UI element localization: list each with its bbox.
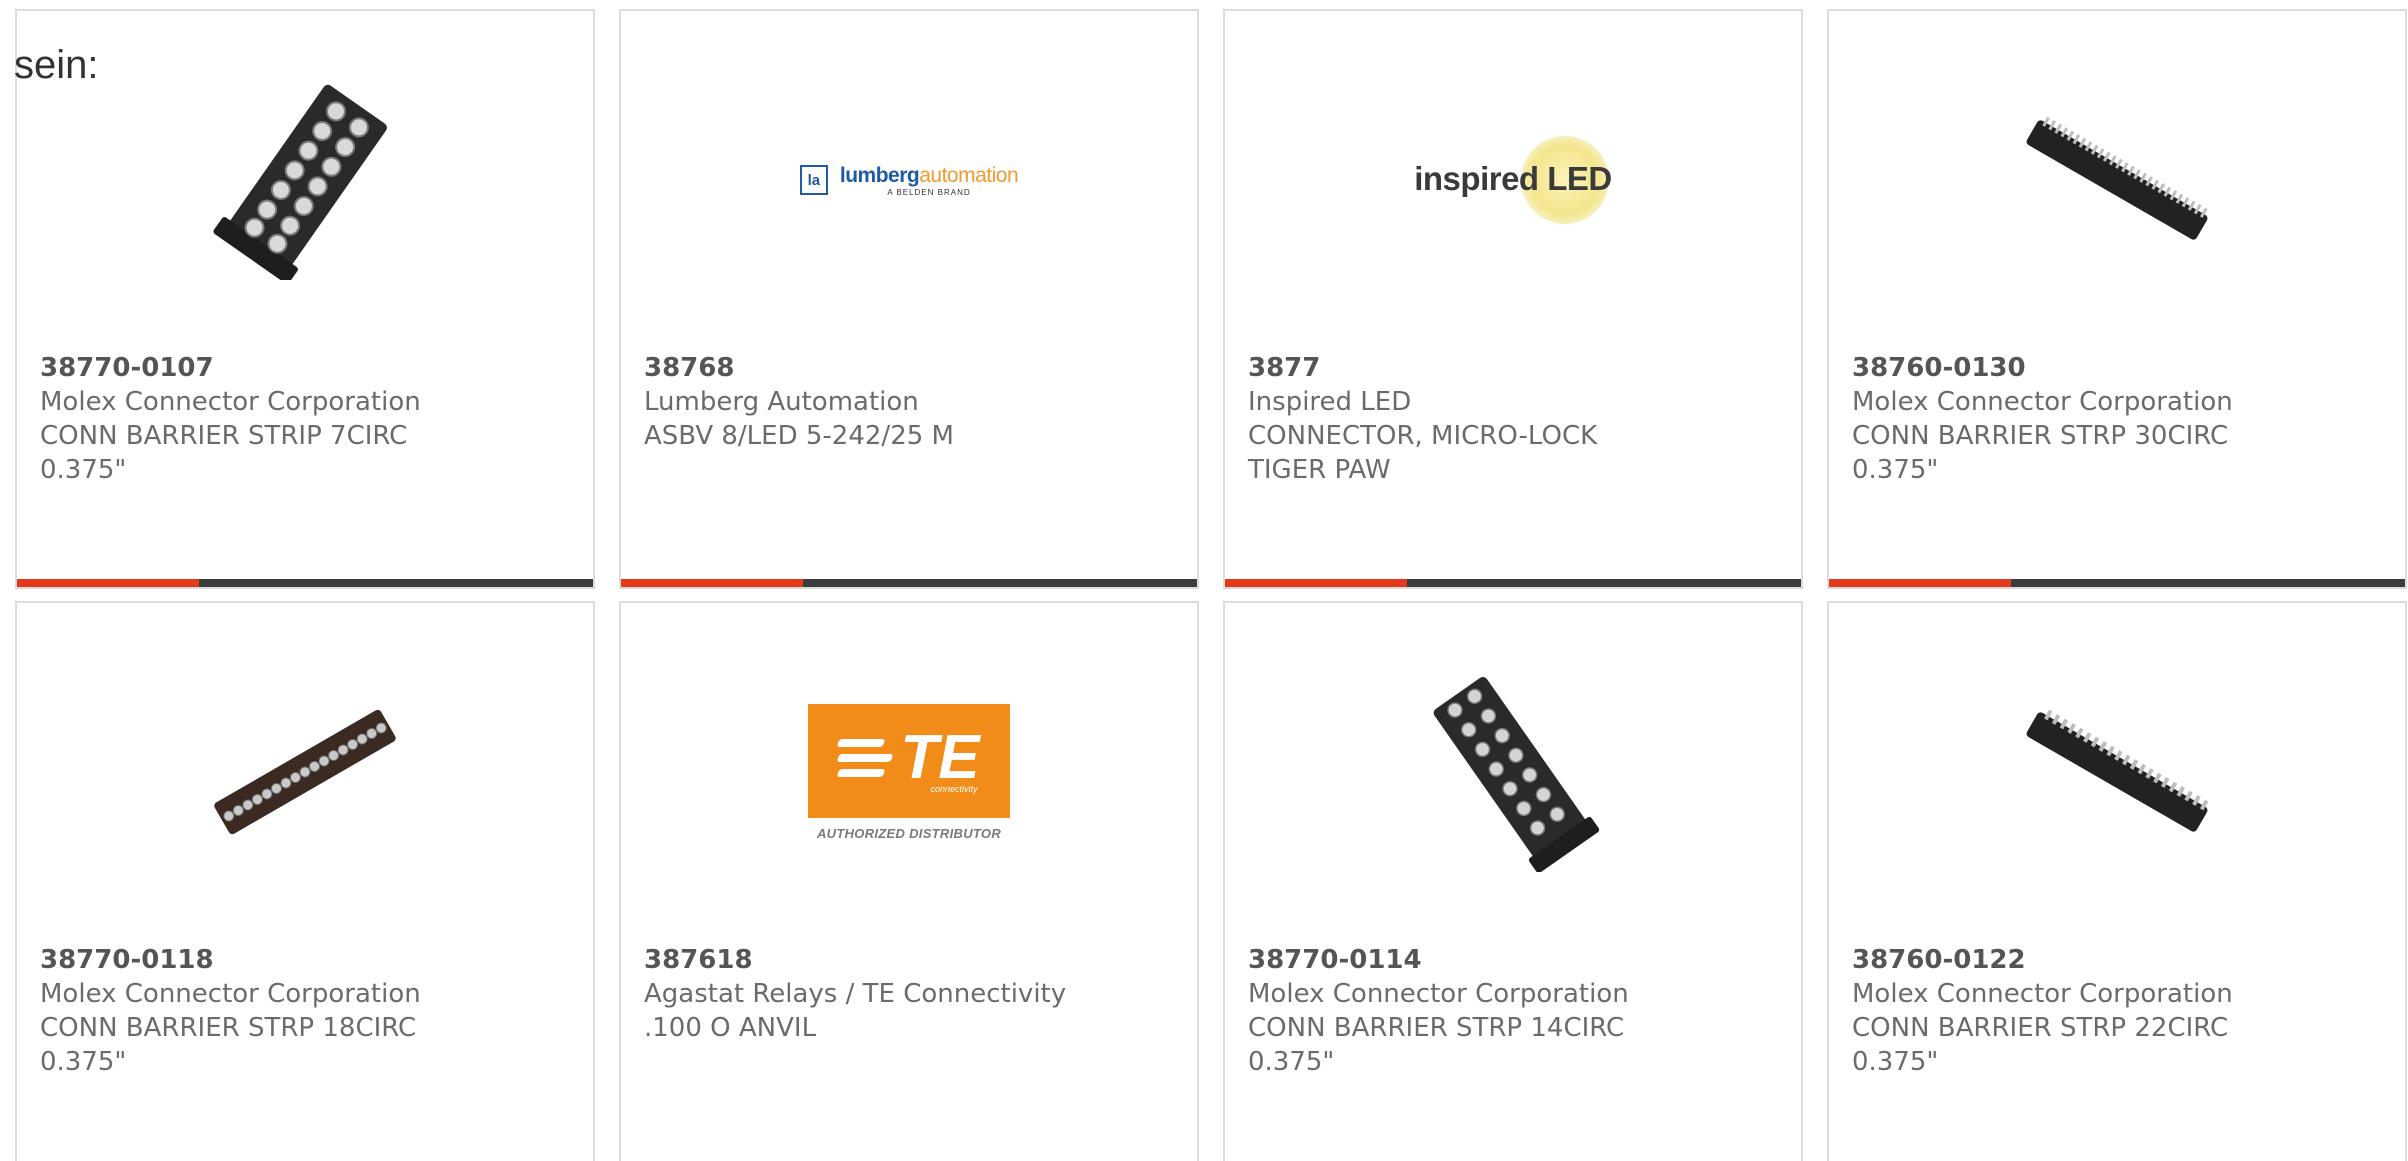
part-number[interactable]: 38760-0122 xyxy=(1852,943,2385,977)
product-card[interactable]: TE connectivity AUTHORIZED DISTRIBUTOR 3… xyxy=(619,601,1199,1161)
description-line: CONN BARRIER STRP 18CIRC xyxy=(40,1013,417,1043)
manufacturer: Agastat Relays / TE Connectivity xyxy=(644,979,1067,1009)
manufacturer: Inspired LED xyxy=(1248,387,1412,417)
card-accent-bar xyxy=(1225,579,1801,587)
card-accent-bar xyxy=(621,579,1197,587)
description-line: ASBV 8/LED 5-242/25 M xyxy=(644,421,954,451)
description-line: 0.375" xyxy=(40,1047,127,1077)
product-info: 38768 Lumberg Automation ASBV 8/LED 5-24… xyxy=(644,351,1177,453)
description-line: CONN BARRIER STRIP 7CIRC xyxy=(40,421,408,451)
card-accent-bar xyxy=(1829,579,2405,587)
description-line: CONN BARRIER STRP 30CIRC xyxy=(1852,421,2229,451)
product-image[interactable]: TE connectivity AUTHORIZED DISTRIBUTOR xyxy=(799,672,1019,872)
lumberg-automation-logo: la lumbergautomation A BELDEN BRAND xyxy=(799,163,1019,197)
manufacturer: Molex Connector Corporation xyxy=(40,979,421,1009)
description-line: CONNECTOR, MICRO-LOCK xyxy=(1248,421,1598,451)
barrier-strip-22-image xyxy=(2026,709,2209,832)
part-number[interactable]: 387618 xyxy=(644,943,1177,977)
te-letters: TE xyxy=(900,722,980,792)
product-card[interactable]: 38760-0122 Molex Connector Corporation C… xyxy=(1827,601,2407,1161)
product-image[interactable] xyxy=(205,80,405,280)
te-mark: TE xyxy=(836,722,980,792)
description-line: 0.375" xyxy=(1852,1047,1939,1077)
te-sub: connectivity xyxy=(930,783,978,794)
product-info: 3877 Inspired LED CONNECTOR, MICRO-LOCK … xyxy=(1248,351,1781,487)
lumberg-tagline: A BELDEN BRAND xyxy=(887,187,971,197)
inspired-led-logo: inspired LED xyxy=(1403,130,1623,230)
part-number[interactable]: 38768 xyxy=(644,351,1177,385)
authorized-distributor-caption: AUTHORIZED DISTRIBUTOR xyxy=(816,825,1002,841)
part-number[interactable]: 38770-0107 xyxy=(40,351,573,385)
description-line: TIGER PAW xyxy=(1248,455,1391,485)
product-image[interactable]: inspired LED xyxy=(1393,80,1633,280)
product-image[interactable]: la lumbergautomation A BELDEN BRAND xyxy=(799,80,1019,280)
description-line: 0.375" xyxy=(1248,1047,1335,1077)
product-card[interactable]: 38770-0114 Molex Connector Corporation C… xyxy=(1223,601,1803,1161)
barrier-strip-30-image xyxy=(2026,116,2208,240)
lumberg-box-icon: la xyxy=(799,165,828,195)
lumberg-wordmark: lumbergautomation A BELDEN BRAND xyxy=(839,163,1019,197)
part-number[interactable]: 38770-0118 xyxy=(40,943,573,977)
manufacturer: Molex Connector Corporation xyxy=(1248,979,1629,1009)
product-info: 38770-0107 Molex Connector Corporation C… xyxy=(40,351,573,487)
product-info: 38770-0114 Molex Connector Corporation C… xyxy=(1248,943,1781,1079)
product-info: 38760-0122 Molex Connector Corporation C… xyxy=(1852,943,2385,1079)
manufacturer: Molex Connector Corporation xyxy=(40,387,421,417)
te-lines-icon xyxy=(836,738,894,777)
part-number[interactable]: 38770-0114 xyxy=(1248,943,1781,977)
manufacturer: Lumberg Automation xyxy=(644,387,919,417)
te-connectivity-logo: TE connectivity AUTHORIZED DISTRIBUTOR xyxy=(808,703,1010,841)
product-image[interactable] xyxy=(1413,672,1613,872)
description-line: 0.375" xyxy=(40,455,127,485)
barrier-strip-7-image xyxy=(213,84,387,280)
barrier-strip-18-image xyxy=(214,709,396,835)
manufacturer: Molex Connector Corporation xyxy=(1852,979,2233,1009)
card-accent-segment xyxy=(1225,579,1407,587)
description-line: CONN BARRIER STRP 14CIRC xyxy=(1248,1013,1625,1043)
inspired-led-wordmark: inspired LED xyxy=(1414,160,1612,197)
lumberg-brand-accent: automation xyxy=(919,163,1019,187)
description-line: .100 O ANVIL xyxy=(644,1013,817,1043)
product-image[interactable] xyxy=(205,672,405,872)
part-number[interactable]: 38760-0130 xyxy=(1852,351,2385,385)
description-line: 0.375" xyxy=(1852,455,1939,485)
lead-text: sein: xyxy=(14,43,99,87)
lumberg-brand: lumbergautomation xyxy=(839,163,1019,188)
product-image[interactable] xyxy=(2017,80,2217,280)
te-logo-box: TE connectivity xyxy=(808,703,1010,818)
product-image[interactable] xyxy=(2017,672,2217,872)
product-card[interactable]: inspired LED 3877 Inspired LED CONNECTOR… xyxy=(1223,9,1803,589)
product-grid: 38770-0107 Molex Connector Corporation C… xyxy=(15,9,2407,1161)
part-number[interactable]: 3877 xyxy=(1248,351,1781,385)
product-card[interactable]: 38760-0130 Molex Connector Corporation C… xyxy=(1827,9,2407,589)
description-line: CONN BARRIER STRP 22CIRC xyxy=(1852,1013,2229,1043)
product-info: 387618 Agastat Relays / TE Connectivity … xyxy=(644,943,1177,1045)
card-accent-segment xyxy=(17,579,199,587)
product-info: 38760-0130 Molex Connector Corporation C… xyxy=(1852,351,2385,487)
product-results-page: sein: 38770-0107 Molex Connector Corpora… xyxy=(0,0,2408,1161)
card-accent-segment xyxy=(1829,579,2011,587)
barrier-strip-14-image xyxy=(1433,676,1600,872)
lumberg-brand-main: lumberg xyxy=(839,163,920,187)
manufacturer: Molex Connector Corporation xyxy=(1852,387,2233,417)
product-card[interactable]: 38770-0118 Molex Connector Corporation C… xyxy=(15,601,595,1161)
card-accent-bar xyxy=(17,579,593,587)
product-card[interactable]: la lumbergautomation A BELDEN BRAND 3876… xyxy=(619,9,1199,589)
product-card[interactable]: 38770-0107 Molex Connector Corporation C… xyxy=(15,9,595,589)
card-accent-segment xyxy=(621,579,803,587)
product-info: 38770-0118 Molex Connector Corporation C… xyxy=(40,943,573,1079)
